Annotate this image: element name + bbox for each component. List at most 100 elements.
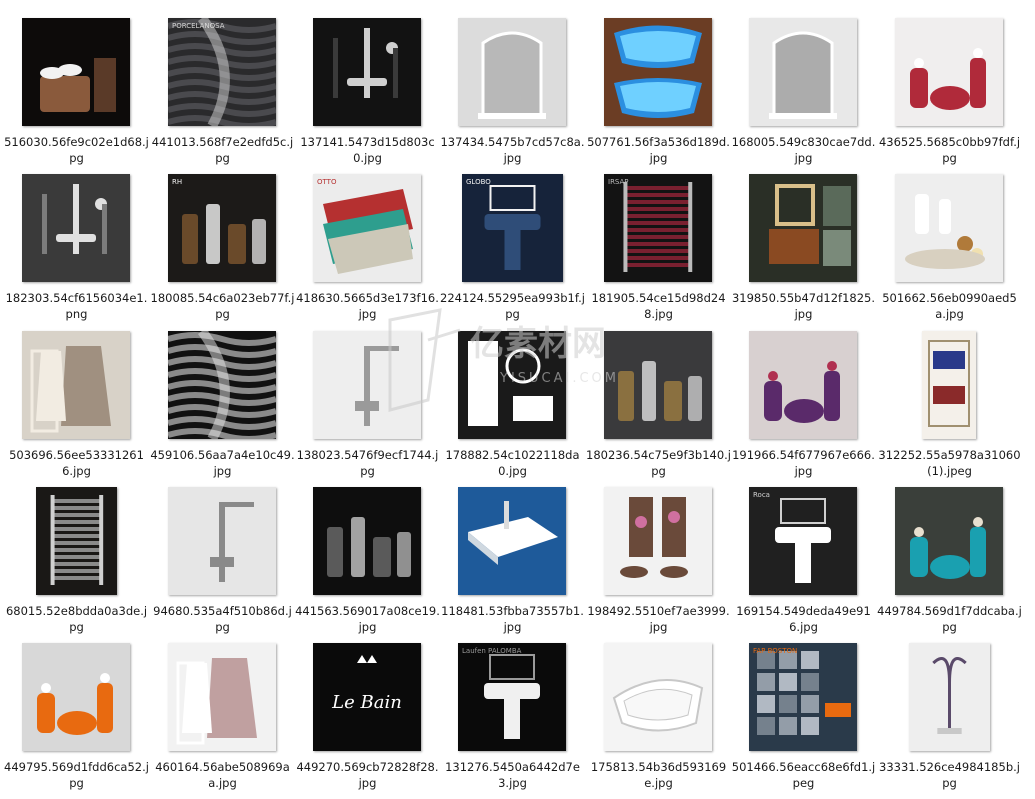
file-item[interactable]: 198492.5510ef7ae3999.jpg [586,487,731,643]
file-name-label[interactable]: 312252.55a5978a31060 (1).jpeg [877,447,1022,479]
file-name-label[interactable]: 168005.549c830cae7dd.jpg [731,134,876,166]
file-item[interactable]: 118481.53fbba73557b1.jpg [440,487,585,643]
file-item[interactable]: OTTO 418630.5665d3e173f16.jpg [295,174,440,330]
file-name-label[interactable]: 191966.54f677967e666.jpg [731,447,876,479]
file-name-label[interactable]: 507761.56f3a536d189d.jpg [586,134,731,166]
file-item[interactable]: 180236.54c75e9f3b140.jpg [586,331,731,487]
file-thumbnail-image[interactable]: GLOBO [461,174,563,282]
file-thumbnail-image[interactable]: Le Bain [313,643,421,751]
file-item[interactable]: 449784.569d1f7ddcaba.jpg [877,487,1022,643]
file-thumbnail-image[interactable]: Laufen PALOMBA [458,643,566,751]
file-item[interactable]: 436525.5685c0bb97fdf.jpg [877,18,1022,174]
file-item[interactable]: 516030.56fe9c02e1d68.jpg [4,18,149,174]
file-item[interactable]: 182303.54cf6156034e1.png [4,174,149,330]
file-name-label[interactable]: 441013.568f7e2edfd5c.jpg [150,134,295,166]
file-item[interactable]: 449795.569d1fdd6ca52.jpg [4,643,149,799]
file-thumbnail-image[interactable] [313,18,421,126]
file-thumbnail-image[interactable]: FAP BOSTON [749,643,857,751]
file-name-label[interactable]: 516030.56fe9c02e1d68.jpg [4,134,149,166]
file-item[interactable]: 191966.54f677967e666.jpg [731,331,876,487]
file-thumbnail-image[interactable] [168,643,276,751]
file-item[interactable]: RH 180085.54c6a023eb77f.jpg [150,174,295,330]
file-item[interactable]: 312252.55a5978a31060 (1).jpeg [877,331,1022,487]
file-name-label[interactable]: 418630.5665d3e173f16.jpg [295,290,440,322]
file-name-label[interactable]: 182303.54cf6156034e1.png [4,290,149,322]
file-name-label[interactable]: 459106.56aa7a4e10c49.jpg [150,447,295,479]
file-item[interactable]: IRSAP 181905.54ce15d98d248.jpg [586,174,731,330]
file-item[interactable]: 94680.535a4f510b86d.jpg [150,487,295,643]
file-name-label[interactable]: 181905.54ce15d98d248.jpg [586,290,731,322]
file-thumbnail-image[interactable]: IRSAP [604,174,712,282]
file-thumbnail-image[interactable] [35,487,117,595]
file-thumbnail-image[interactable] [749,331,857,439]
file-name-label[interactable]: 319850.55b47d12f1825.jpg [731,290,876,322]
file-thumbnail-image[interactable] [22,174,130,282]
file-name-label[interactable]: 501662.56eb0990aed5a.jpg [877,290,1022,322]
file-item[interactable]: Le Bain 449270.569cb72828f28.jpg [295,643,440,799]
file-name-label[interactable]: 441563.569017a08ce19.jpg [295,603,440,635]
file-name-label[interactable]: 436525.5685c0bb97fdf.jpg [877,134,1022,166]
file-item[interactable]: 168005.549c830cae7dd.jpg [731,18,876,174]
file-thumbnail-image[interactable] [22,331,130,439]
file-item[interactable]: 459106.56aa7a4e10c49.jpg [150,331,295,487]
file-thumbnail-image[interactable] [749,18,857,126]
file-thumbnail-image[interactable] [604,643,712,751]
file-name-label[interactable]: 180085.54c6a023eb77f.jpg [150,290,295,322]
file-item[interactable]: 33331.526ce4984185b.jpg [877,643,1022,799]
file-thumbnail-image[interactable] [922,331,976,439]
file-item[interactable]: 507761.56f3a536d189d.jpg [586,18,731,174]
file-name-label[interactable]: 94680.535a4f510b86d.jpg [150,603,295,635]
file-item[interactable]: 441563.569017a08ce19.jpg [295,487,440,643]
file-name-label[interactable]: 169154.549deda49e916.jpg [731,603,876,635]
file-name-label[interactable]: 33331.526ce4984185b.jpg [877,759,1022,791]
file-item[interactable]: Laufen PALOMBA 131276.5450a6442d7e3.jpg [440,643,585,799]
file-item[interactable]: 175813.54b36d593169e.jpg [586,643,731,799]
file-name-label[interactable]: 175813.54b36d593169e.jpg [586,759,731,791]
file-name-label[interactable]: 449270.569cb72828f28.jpg [295,759,440,791]
file-thumbnail-image[interactable] [168,487,276,595]
file-item[interactable]: 137141.5473d15d803c0.jpg [295,18,440,174]
file-thumbnail-image[interactable] [895,18,1003,126]
file-thumbnail-image[interactable] [604,487,712,595]
file-item[interactable]: 178882.54c1022118da0.jpg [440,331,585,487]
file-name-label[interactable]: 198492.5510ef7ae3999.jpg [586,603,731,635]
file-name-label[interactable]: 131276.5450a6442d7e3.jpg [440,759,585,791]
file-thumbnail-image[interactable] [908,643,990,751]
file-name-label[interactable]: 501466.56eacc68e6fd1.jpeg [731,759,876,791]
file-thumbnail-image[interactable] [458,18,566,126]
file-item[interactable]: 138023.5476f9ecf1744.jpg [295,331,440,487]
file-item[interactable]: 319850.55b47d12f1825.jpg [731,174,876,330]
file-name-label[interactable]: 137141.5473d15d803c0.jpg [295,134,440,166]
file-thumbnail-image[interactable] [458,487,566,595]
file-name-label[interactable]: 180236.54c75e9f3b140.jpg [586,447,731,479]
file-name-label[interactable]: 449795.569d1fdd6ca52.jpg [4,759,149,791]
file-name-label[interactable]: 137434.5475b7cd57c8a.jpg [440,134,585,166]
file-thumbnail-image[interactable] [22,643,130,751]
file-item[interactable]: 501662.56eb0990aed5a.jpg [877,174,1022,330]
file-item[interactable]: Roca 169154.549deda49e916.jpg [731,487,876,643]
file-item[interactable]: PORCELANOSA 441013.568f7e2edfd5c.jpg [150,18,295,174]
file-thumbnail-image[interactable] [22,18,130,126]
file-name-label[interactable]: 224124.55295ea993b1f.jpg [440,290,585,322]
file-thumbnail-image[interactable] [313,487,421,595]
file-item[interactable]: 137434.5475b7cd57c8a.jpg [440,18,585,174]
file-thumbnail-image[interactable] [604,331,712,439]
file-thumbnail-image[interactable]: RH [168,174,276,282]
file-thumbnail-image[interactable] [895,174,1003,282]
file-thumbnail-image[interactable] [749,174,857,282]
file-thumbnail-image[interactable] [313,331,421,439]
file-name-label[interactable]: 460164.56abe508969aa.jpg [150,759,295,791]
file-thumbnail-image[interactable] [458,331,566,439]
file-item[interactable]: 68015.52e8bdda0a3de.jpg [4,487,149,643]
file-thumbnail-image[interactable]: Roca [749,487,857,595]
file-name-label[interactable]: 178882.54c1022118da0.jpg [440,447,585,479]
file-name-label[interactable]: 503696.56ee533312616.jpg [4,447,149,479]
file-item[interactable]: 460164.56abe508969aa.jpg [150,643,295,799]
file-thumbnail-image[interactable] [168,331,276,439]
file-thumbnail-image[interactable] [895,487,1003,595]
file-name-label[interactable]: 449784.569d1f7ddcaba.jpg [877,603,1022,635]
file-name-label[interactable]: 138023.5476f9ecf1744.jpg [295,447,440,479]
file-item[interactable]: FAP BOSTON 501466.56eacc68e6fd1.jpeg [731,643,876,799]
file-thumbnail-image[interactable]: OTTO [313,174,421,282]
file-thumbnail-image[interactable]: PORCELANOSA [168,18,276,126]
